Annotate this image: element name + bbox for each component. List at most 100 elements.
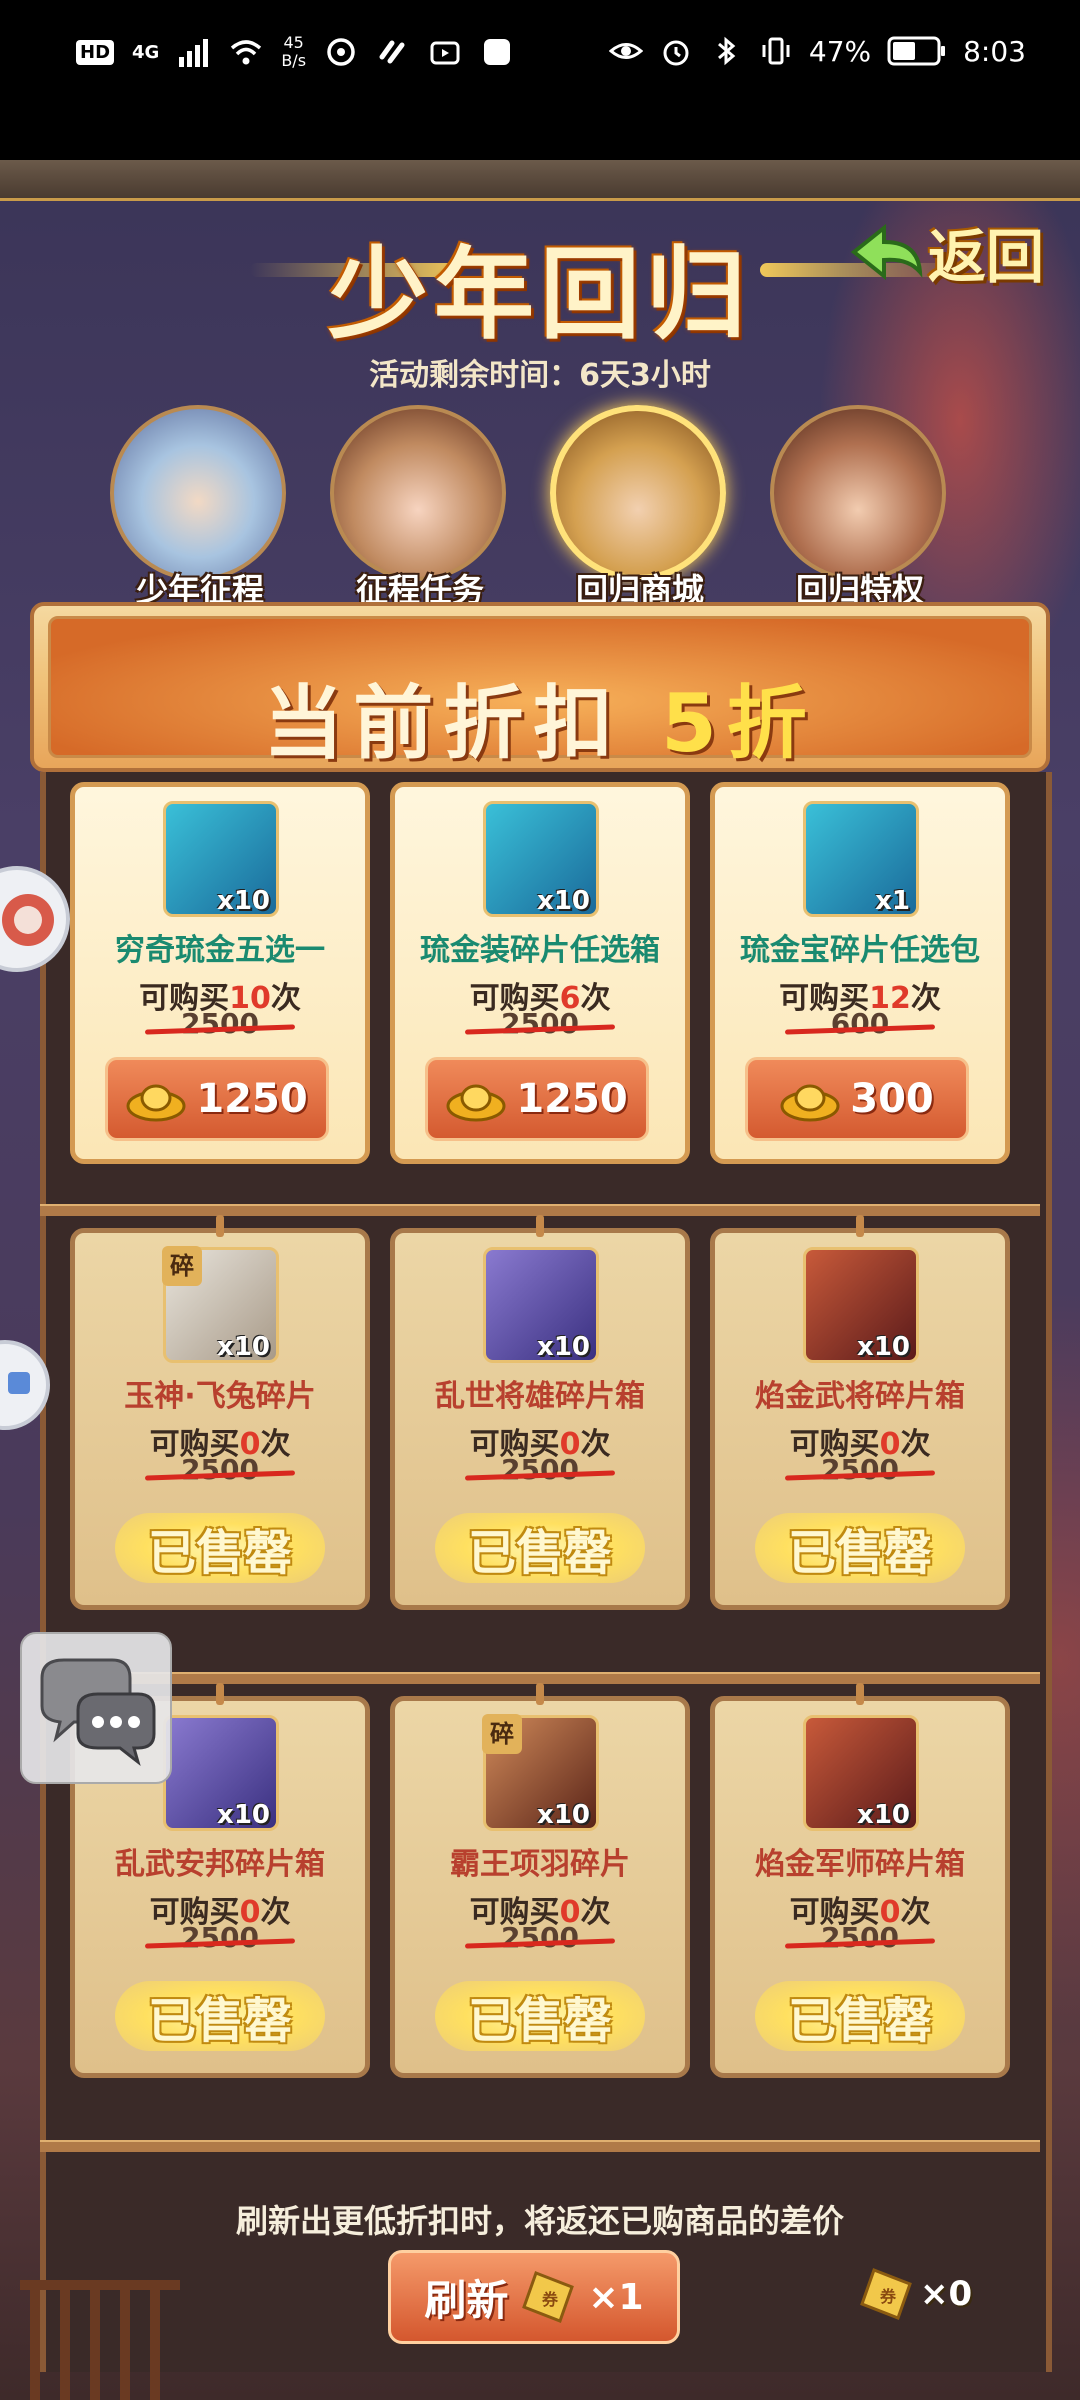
svg-text:券: 券	[879, 2287, 897, 2306]
item-quantity: x10	[537, 1332, 590, 1362]
item-name: 琉金装碎片任选箱	[420, 933, 660, 968]
tool-icon	[8, 1372, 30, 1394]
battery-percent: 47%	[808, 34, 872, 68]
sale-price: 1250	[516, 1076, 628, 1122]
tab-youth-journey[interactable]: 少年征程	[100, 405, 300, 615]
sold-out-stamp: 已售罄	[755, 1981, 965, 2051]
link-app-icon	[379, 40, 405, 64]
svg-text:券: 券	[541, 2290, 559, 2309]
page-title: 少年回归	[328, 236, 752, 353]
floating-tool-button[interactable]	[0, 1340, 50, 1430]
sold-out-stamp: 已售罄	[435, 1513, 645, 1583]
hero-box-icon: x10	[803, 1247, 919, 1363]
tab-return-shop[interactable]: 回归商城	[540, 405, 740, 615]
warrior-hero-icon	[770, 405, 946, 581]
fragment-badge: 碎	[482, 1714, 522, 1754]
girl-hero-icon	[330, 405, 506, 581]
sold-out-stamp: 已售罄	[755, 1513, 965, 1583]
item-name: 霸王项羽碎片	[450, 1847, 630, 1882]
refresh-button[interactable]: 刷新 券 ×1	[388, 2250, 680, 2344]
shop-item-card: x10 穷奇琉金五选一 可购买10次 2500 1250	[70, 782, 370, 1164]
tv-app-icon	[430, 41, 460, 65]
card-hook	[856, 1683, 864, 1705]
card-hook	[216, 1683, 224, 1705]
tab-journey-tasks[interactable]: 征程任务	[320, 405, 520, 615]
timer-label: 活动剩余时间：	[369, 358, 580, 393]
discount-text: 当前折扣 5折	[51, 659, 1029, 775]
sale-price: 300	[850, 1076, 934, 1122]
timer-value: 6天3小时	[579, 358, 711, 393]
back-label: 返回	[928, 223, 1045, 291]
tab-return-privileges[interactable]: 回归特权	[760, 405, 960, 615]
original-price: 2500	[181, 1921, 259, 1954]
buy-button[interactable]: 1250	[425, 1057, 649, 1141]
hd-badge: HD	[76, 39, 115, 65]
buy-button[interactable]: 1250	[105, 1057, 329, 1141]
fragment-badge: 碎	[162, 1246, 202, 1286]
card-hook	[856, 1215, 864, 1237]
bluetooth-icon	[717, 36, 736, 66]
shop-item-card: x10 焰金军师碎片箱 可购买0次 2500 已售罄	[710, 1683, 1010, 2078]
back-arrow-icon	[850, 223, 923, 281]
item-quantity: x10	[217, 886, 270, 916]
refresh-ticket-icon: 券	[522, 2271, 575, 2323]
shop-item-card: x10 乱世将雄碎片箱 可购买0次 2500 已售罄	[390, 1215, 690, 1610]
gold-ingot-icon	[780, 1084, 840, 1122]
ticket-stock-count: ×0	[920, 2274, 973, 2314]
shop-item-card: x1 琉金宝碎片任选包 可购买12次 600 300	[710, 782, 1010, 1164]
card-hook	[216, 1215, 224, 1237]
refresh-label: 刷新	[424, 2275, 509, 2325]
hero-box-icon: x10	[163, 1715, 279, 1831]
item-quantity: x10	[217, 1332, 270, 1362]
hero-box-icon: x10	[803, 1715, 919, 1831]
gold-helmet-hero-icon	[550, 405, 726, 581]
floating-assistant-button[interactable]	[0, 866, 70, 972]
alarm-icon	[663, 40, 689, 66]
gold-ingot-icon	[126, 1084, 186, 1122]
item-quantity: x10	[537, 886, 590, 916]
shop-item-card: x10 琉金装碎片任选箱 可购买6次 2500 1250	[390, 782, 690, 1164]
gold-chest-icon: x10	[483, 801, 599, 917]
item-name: 琉金宝碎片任选包	[740, 933, 980, 968]
event-timer: 活动剩余时间：6天3小时	[0, 350, 1080, 394]
item-name: 焰金军师碎片箱	[755, 1847, 965, 1882]
original-price: 2500	[501, 1921, 579, 1954]
network-label: 4G	[132, 41, 160, 63]
shelf-divider	[40, 2140, 1040, 2152]
vibrate-icon	[762, 37, 790, 65]
chat-button[interactable]	[20, 1632, 172, 1784]
shop-item-card: 碎 x10 玉神·飞兔碎片 可购买0次 2500 已售罄	[70, 1215, 370, 1610]
original-price: 2500	[821, 1921, 899, 1954]
item-quantity: x10	[857, 1800, 910, 1830]
item-quantity: x10	[857, 1332, 910, 1362]
top-resource-strip	[0, 160, 1080, 201]
eye-icon	[608, 43, 643, 59]
battery-icon	[887, 36, 946, 66]
sold-out-stamp: 已售罄	[115, 1513, 325, 1583]
item-name: 乱世将雄碎片箱	[435, 1379, 645, 1414]
sold-out-stamp: 已售罄	[115, 1981, 325, 2051]
status-bar: HD 4G 45 B/s 47% 8:03	[0, 0, 1080, 160]
item-name: 穷奇琉金五选一	[115, 933, 325, 968]
buy-button[interactable]: 300	[745, 1057, 969, 1141]
hero-fragment-icon: 碎 x10	[162, 1246, 279, 1363]
item-quantity: x1	[875, 886, 910, 916]
card-hook	[536, 1683, 544, 1705]
hero-box-icon: x10	[483, 1247, 599, 1363]
status-left: HD 4G 45 B/s	[76, 34, 514, 70]
refresh-note: 刷新出更低折扣时，将返还已购商品的差价	[235, 2202, 844, 2240]
original-price: 2500	[181, 1007, 259, 1040]
discount-banner-inner: 当前折扣 5折	[48, 616, 1032, 770]
card-hook	[536, 1215, 544, 1237]
shop-item-card: x10 焰金武将碎片箱 可购买0次 2500 已售罄	[710, 1215, 1010, 1610]
chat-bubbles-icon	[40, 1658, 156, 1767]
refresh-ticket-icon: 券	[860, 2268, 912, 2320]
original-price: 600	[830, 1007, 890, 1040]
back-button[interactable]: 返回	[848, 208, 1062, 296]
original-price: 2500	[501, 1007, 579, 1040]
silver-helmet-hero-icon	[110, 405, 286, 581]
item-quantity: x10	[217, 1800, 270, 1830]
spiral-app-icon	[327, 38, 355, 66]
refresh-cost: ×1	[588, 2276, 644, 2318]
gold-chest-icon: x10	[163, 801, 279, 917]
